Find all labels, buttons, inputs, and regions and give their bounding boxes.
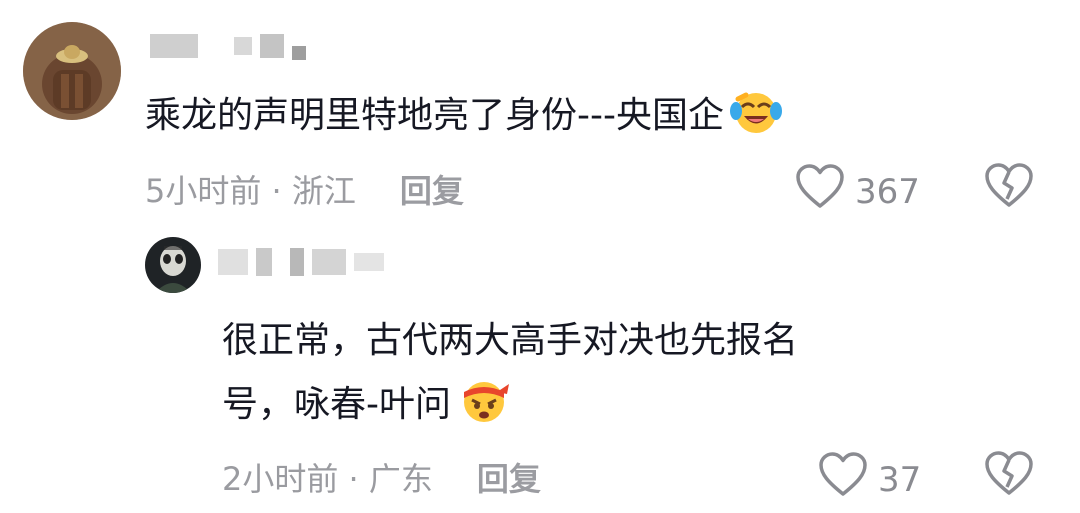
reply-button[interactable]: 回复 [477, 454, 541, 500]
like-count: 367 [855, 171, 920, 212]
commenter-name-masked[interactable] [150, 32, 306, 60]
avatar-image [23, 22, 121, 120]
like-button[interactable]: 37 [818, 452, 921, 507]
comment-thread: 乘龙的声明里特地亮了身份---央国企 5小时前 · 浙江 回复 367 很正常，… [0, 0, 1080, 513]
comment-text: 乘龙的声明里特地亮了身份---央国企 [145, 88, 782, 152]
mask-block [292, 46, 306, 60]
comment-time-location: 5小时前 · 浙江 [145, 172, 356, 210]
broken-heart-icon [985, 451, 1033, 501]
mask-block [150, 34, 198, 58]
reply-meta: 2小时前 · 广东 回复 [222, 454, 541, 500]
replier-avatar[interactable] [145, 237, 201, 293]
mask-block [260, 34, 284, 58]
reply-time-location: 2小时前 · 广东 [222, 460, 433, 498]
laughing-crying-emoji-icon [729, 89, 782, 152]
dislike-button[interactable] [985, 451, 1033, 501]
mask-block [290, 248, 304, 276]
reply-text-line-1: 很正常，古代两大高手对决也先报名 [222, 313, 798, 369]
heart-outline-icon [795, 164, 845, 219]
mask-block [354, 253, 384, 271]
reply-button[interactable]: 回复 [400, 166, 464, 212]
like-count: 37 [878, 459, 922, 500]
reply-text-content-line-1: 很正常，古代两大高手对决也先报名 [222, 320, 799, 361]
reply-text-line-2: 号，咏春-叶问 [222, 374, 511, 441]
broken-heart-icon [985, 163, 1033, 213]
avatar-image [145, 237, 201, 293]
heart-outline-icon [818, 452, 868, 507]
mask-block [312, 249, 346, 275]
comment-meta: 5小时前 · 浙江 回复 [145, 166, 464, 212]
headband-emoji-icon [457, 374, 511, 441]
mask-block [234, 37, 252, 55]
replier-name-masked[interactable] [218, 248, 384, 276]
dislike-button[interactable] [985, 163, 1033, 213]
mask-block [218, 249, 248, 275]
comment-text-content: 乘龙的声明里特地亮了身份---央国企 [145, 95, 724, 136]
mask-block [256, 248, 272, 276]
reply-text-content-line-2: 号，咏春-叶问 [222, 384, 451, 425]
like-button[interactable]: 367 [795, 164, 920, 219]
commenter-avatar[interactable] [23, 22, 121, 120]
